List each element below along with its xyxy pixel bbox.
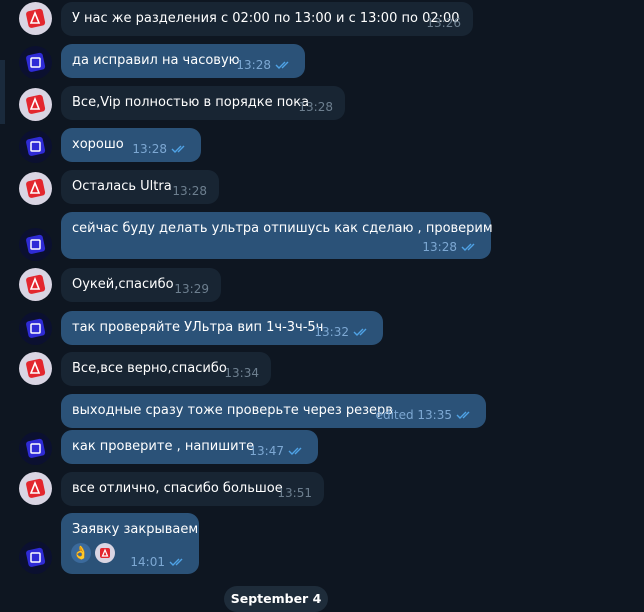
message-time: 13:51 bbox=[277, 486, 312, 500]
message-time: 13:28 bbox=[298, 100, 333, 114]
message-time: 14:01 bbox=[130, 555, 165, 569]
message-text: сейчас буду делать ультра отпишусь как с… bbox=[72, 221, 493, 236]
message-meta: 13:28 bbox=[298, 100, 333, 114]
reactor-avatar bbox=[95, 543, 115, 563]
message-bubble-incoming[interactable]: Все,все верно,спасибо 13:34 bbox=[61, 352, 271, 386]
message-time: 13:28 bbox=[172, 184, 207, 198]
avatar[interactable] bbox=[19, 312, 52, 345]
avatar[interactable] bbox=[19, 352, 52, 385]
avatar[interactable] bbox=[19, 472, 52, 505]
double-check-icon bbox=[171, 145, 185, 153]
message-bubble-outgoing[interactable]: выходные сразу тоже проверьте через резе… bbox=[61, 394, 486, 428]
avatar[interactable] bbox=[19, 2, 52, 35]
message-text: выходные сразу тоже проверьте через резе… bbox=[72, 403, 393, 418]
message-text: все отлично, спасибо большое bbox=[72, 481, 283, 496]
message-bubble-outgoing[interactable]: как проверите , напишите 13:47 bbox=[61, 430, 318, 464]
message-meta: 13:32 bbox=[314, 325, 371, 339]
reactions[interactable]: 👌 bbox=[71, 543, 115, 563]
message-text: да исправил на часовую bbox=[72, 53, 240, 68]
message-bubble-outgoing[interactable]: хорошо 13:28 bbox=[61, 128, 201, 162]
message-time: 13:28 bbox=[236, 58, 271, 72]
avatar[interactable] bbox=[19, 88, 52, 121]
message-text: Оукей,спасибо bbox=[72, 277, 174, 292]
message-text: Все,все верно,спасибо bbox=[72, 361, 227, 376]
message-bubble-incoming[interactable]: У нас же разделения с 02:00 по 13:00 и с… bbox=[61, 2, 473, 36]
reaction-ok-hand[interactable]: 👌 bbox=[71, 543, 91, 563]
message-text: так проверяйте УЛьтра вип 1ч-3ч-5ч bbox=[72, 320, 324, 335]
avatar[interactable] bbox=[19, 268, 52, 301]
message-time: edited 13:35 bbox=[375, 408, 452, 422]
avatar[interactable] bbox=[19, 541, 52, 574]
message-time: 13:28 bbox=[422, 240, 457, 254]
message-bubble-outgoing[interactable]: Заявку закрываем 👌 14:01 bbox=[61, 513, 199, 574]
message-time: 13:28 bbox=[132, 142, 167, 156]
date-separator: September 4 bbox=[224, 586, 328, 612]
message-bubble-incoming[interactable]: Все,Vip полностью в порядке пока 13:28 bbox=[61, 86, 345, 120]
chat-list-edge bbox=[0, 60, 5, 124]
message-meta: 13:28 bbox=[236, 58, 293, 72]
message-time: 13:47 bbox=[249, 444, 284, 458]
avatar[interactable] bbox=[19, 46, 52, 79]
message-meta: 13:28 bbox=[172, 184, 207, 198]
double-check-icon bbox=[288, 447, 302, 455]
message-text: У нас же разделения с 02:00 по 13:00 и с… bbox=[72, 11, 460, 26]
message-text: Все,Vip полностью в порядке пока bbox=[72, 95, 310, 110]
message-meta: 13:29 bbox=[174, 282, 209, 296]
message-bubble-incoming[interactable]: Оукей,спасибо 13:29 bbox=[61, 268, 221, 302]
message-text: Заявку закрываем bbox=[72, 522, 199, 537]
double-check-icon bbox=[169, 558, 183, 566]
message-meta: 14:01 bbox=[130, 555, 187, 569]
message-bubble-outgoing[interactable]: да исправил на часовую 13:28 bbox=[61, 44, 305, 78]
double-check-icon bbox=[456, 411, 470, 419]
message-meta: 13:28 bbox=[422, 240, 479, 254]
message-meta: 13:34 bbox=[224, 366, 259, 380]
message-time: 13:34 bbox=[224, 366, 259, 380]
message-meta: 13:51 bbox=[277, 486, 312, 500]
message-time: 13:26 bbox=[426, 16, 461, 30]
message-meta: 13:28 bbox=[132, 142, 189, 156]
message-bubble-outgoing[interactable]: так проверяйте УЛьтра вип 1ч-3ч-5ч 13:32 bbox=[61, 311, 383, 345]
message-bubble-incoming[interactable]: все отлично, спасибо большое 13:51 bbox=[61, 472, 324, 506]
double-check-icon bbox=[275, 61, 289, 69]
message-meta: 13:47 bbox=[249, 444, 306, 458]
message-text: как проверите , напишите bbox=[72, 439, 255, 454]
avatar[interactable] bbox=[19, 432, 52, 465]
avatar[interactable] bbox=[19, 172, 52, 205]
double-check-icon bbox=[353, 328, 367, 336]
message-time: 13:29 bbox=[174, 282, 209, 296]
message-bubble-incoming[interactable]: Осталась Ultra 13:28 bbox=[61, 170, 219, 204]
avatar[interactable] bbox=[19, 130, 52, 163]
message-meta: edited 13:35 bbox=[376, 408, 474, 422]
message-time: 13:32 bbox=[314, 325, 349, 339]
message-meta: 13:26 bbox=[426, 16, 461, 30]
avatar[interactable] bbox=[19, 228, 52, 261]
double-check-icon bbox=[461, 243, 475, 251]
message-text: хорошо bbox=[72, 137, 124, 152]
message-bubble-outgoing[interactable]: сейчас буду делать ультра отпишусь как с… bbox=[61, 212, 493, 259]
message-text: Осталась Ultra bbox=[72, 179, 172, 194]
